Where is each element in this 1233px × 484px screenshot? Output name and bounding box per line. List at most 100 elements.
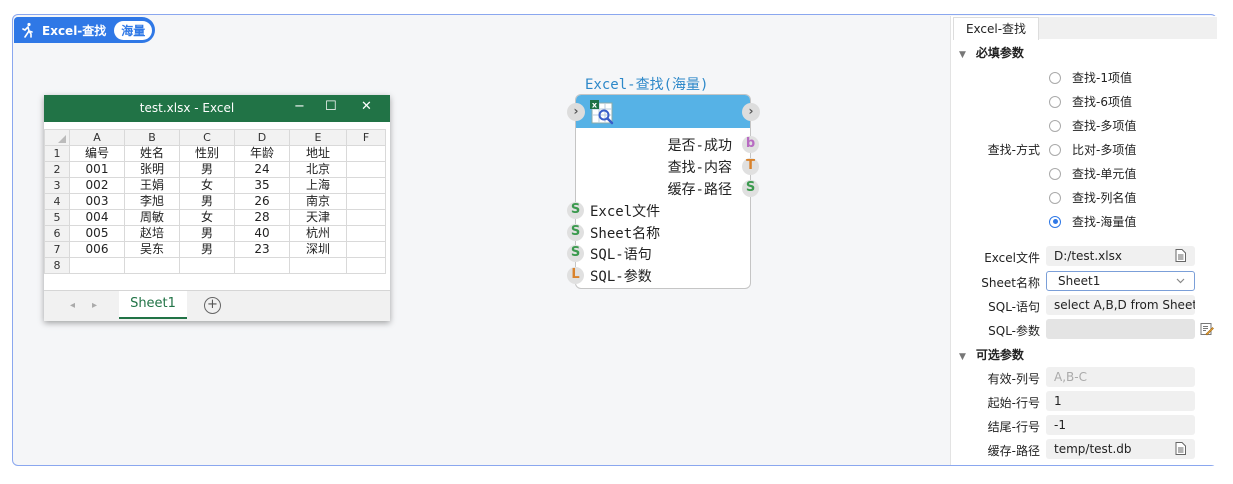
cell[interactable]: 女 <box>179 177 235 194</box>
cell[interactable] <box>346 209 386 226</box>
sql-input[interactable]: select A,B,D from Sheet <box>1046 295 1195 315</box>
cell[interactable]: 003 <box>69 193 125 210</box>
table-port-icon[interactable]: T <box>742 158 759 175</box>
cell[interactable]: 男 <box>179 161 235 178</box>
row-header[interactable]: 1 <box>44 145 70 162</box>
cell[interactable]: 男 <box>179 193 235 210</box>
cell[interactable]: 28 <box>234 209 290 226</box>
add-sheet-icon[interactable]: + <box>204 297 221 314</box>
flow-in-port-icon[interactable]: › <box>567 103 585 121</box>
cell[interactable]: 性别 <box>179 145 235 162</box>
minimize-icon[interactable]: − <box>294 99 305 114</box>
row-header[interactable]: 6 <box>44 225 70 242</box>
column-header[interactable]: B <box>124 129 180 146</box>
row-header[interactable]: 3 <box>44 177 70 194</box>
cell[interactable]: 40 <box>234 225 290 242</box>
cell[interactable] <box>346 145 386 162</box>
cache-path-field[interactable]: temp/test.db <box>1046 439 1195 459</box>
radio-method-colname[interactable]: 查找-列名值 <box>1049 189 1136 206</box>
cell[interactable]: 北京 <box>289 161 347 178</box>
column-header[interactable]: A <box>69 129 125 146</box>
tab-excel-find[interactable]: Excel-查找 <box>953 17 1039 40</box>
next-sheet-icon[interactable]: ▸ <box>92 300 97 311</box>
cell[interactable]: 赵培 <box>124 225 180 242</box>
string-port-icon[interactable]: S <box>742 180 759 197</box>
radio-method-1[interactable]: 查找-1项值 <box>1049 69 1132 86</box>
cell[interactable] <box>346 161 386 178</box>
end-row-input[interactable]: -1 <box>1046 415 1195 435</box>
cell[interactable]: 男 <box>179 241 235 258</box>
row-header[interactable]: 2 <box>44 161 70 178</box>
cell[interactable] <box>69 257 125 274</box>
cell[interactable] <box>346 225 386 242</box>
row-header[interactable]: 7 <box>44 241 70 258</box>
canvas-title-pill[interactable]: Excel-查找 海量 <box>14 17 155 43</box>
radio-method-compare[interactable]: 比对-多项值 <box>1049 141 1136 158</box>
cell[interactable] <box>346 257 386 274</box>
cell[interactable]: 男 <box>179 225 235 242</box>
prev-sheet-icon[interactable]: ◂ <box>70 300 75 311</box>
sql-param-input[interactable] <box>1046 319 1195 339</box>
close-icon[interactable]: ✕ <box>361 99 372 114</box>
cell[interactable]: 005 <box>69 225 125 242</box>
cell[interactable] <box>179 257 235 274</box>
radio-method-multi[interactable]: 查找-多项值 <box>1049 117 1136 134</box>
select-all-corner[interactable] <box>44 129 70 146</box>
maximize-icon[interactable]: ☐ <box>325 99 337 114</box>
column-header[interactable]: C <box>179 129 235 146</box>
cell[interactable]: 张明 <box>124 161 180 178</box>
cell[interactable] <box>124 257 180 274</box>
radio-method-6[interactable]: 查找-6项值 <box>1049 93 1132 110</box>
cell[interactable]: 编号 <box>69 145 125 162</box>
string-port-icon[interactable]: S <box>567 224 584 241</box>
column-header[interactable]: F <box>346 129 386 146</box>
edit-note-icon[interactable] <box>1200 322 1214 336</box>
cell[interactable]: 上海 <box>289 177 347 194</box>
bool-port-icon[interactable]: b <box>742 136 759 153</box>
cell[interactable]: 002 <box>69 177 125 194</box>
file-browse-icon[interactable] <box>1175 249 1186 262</box>
sheet-name-select[interactable]: Sheet1 <box>1046 271 1195 291</box>
column-header[interactable]: E <box>289 129 347 146</box>
cell[interactable]: 吴东 <box>124 241 180 258</box>
start-row-input[interactable]: 1 <box>1046 391 1195 411</box>
valid-columns-input[interactable]: A,B-C <box>1046 367 1195 387</box>
cell[interactable]: 地址 <box>289 145 347 162</box>
cell[interactable] <box>346 193 386 210</box>
radio-method-massive[interactable]: 查找-海量值 <box>1049 213 1136 230</box>
cell[interactable]: 年龄 <box>234 145 290 162</box>
cell[interactable]: 天津 <box>289 209 347 226</box>
row-header[interactable]: 5 <box>44 209 70 226</box>
cell[interactable]: 杭州 <box>289 225 347 242</box>
row-header[interactable]: 8 <box>44 257 70 274</box>
list-port-icon[interactable]: L <box>567 267 584 284</box>
cell[interactable]: 周敏 <box>124 209 180 226</box>
cell[interactable]: 24 <box>234 161 290 178</box>
cell[interactable]: 女 <box>179 209 235 226</box>
row-header[interactable]: 4 <box>44 193 70 210</box>
cell[interactable]: 26 <box>234 193 290 210</box>
cell[interactable] <box>346 241 386 258</box>
file-browse-icon[interactable] <box>1175 442 1186 455</box>
excel-file-field[interactable]: D:/test.xlsx <box>1046 246 1195 266</box>
cell[interactable] <box>234 257 290 274</box>
column-header[interactable]: D <box>234 129 290 146</box>
string-port-icon[interactable]: S <box>567 202 584 219</box>
optional-section-header[interactable]: ▼ 可选参数 <box>959 346 1024 363</box>
cell[interactable] <box>289 257 347 274</box>
flow-out-port-icon[interactable]: › <box>742 103 760 121</box>
cell[interactable]: 006 <box>69 241 125 258</box>
cell[interactable]: 深圳 <box>289 241 347 258</box>
cell[interactable]: 王娟 <box>124 177 180 194</box>
radio-method-cell[interactable]: 查找-单元值 <box>1049 165 1136 182</box>
excel-find-node[interactable]: x › › 是否-成功 b 查找-内容 T 缓存-路径 S S Excel文件 … <box>567 94 760 289</box>
sheet-tab[interactable]: Sheet1 <box>119 291 187 319</box>
cell[interactable]: 李旭 <box>124 193 180 210</box>
cell[interactable]: 35 <box>234 177 290 194</box>
required-section-header[interactable]: ▼ 必填参数 <box>959 44 1024 61</box>
string-port-icon[interactable]: S <box>567 245 584 262</box>
cell[interactable]: 姓名 <box>124 145 180 162</box>
cell[interactable] <box>346 177 386 194</box>
cell[interactable]: 004 <box>69 209 125 226</box>
cell[interactable]: 南京 <box>289 193 347 210</box>
